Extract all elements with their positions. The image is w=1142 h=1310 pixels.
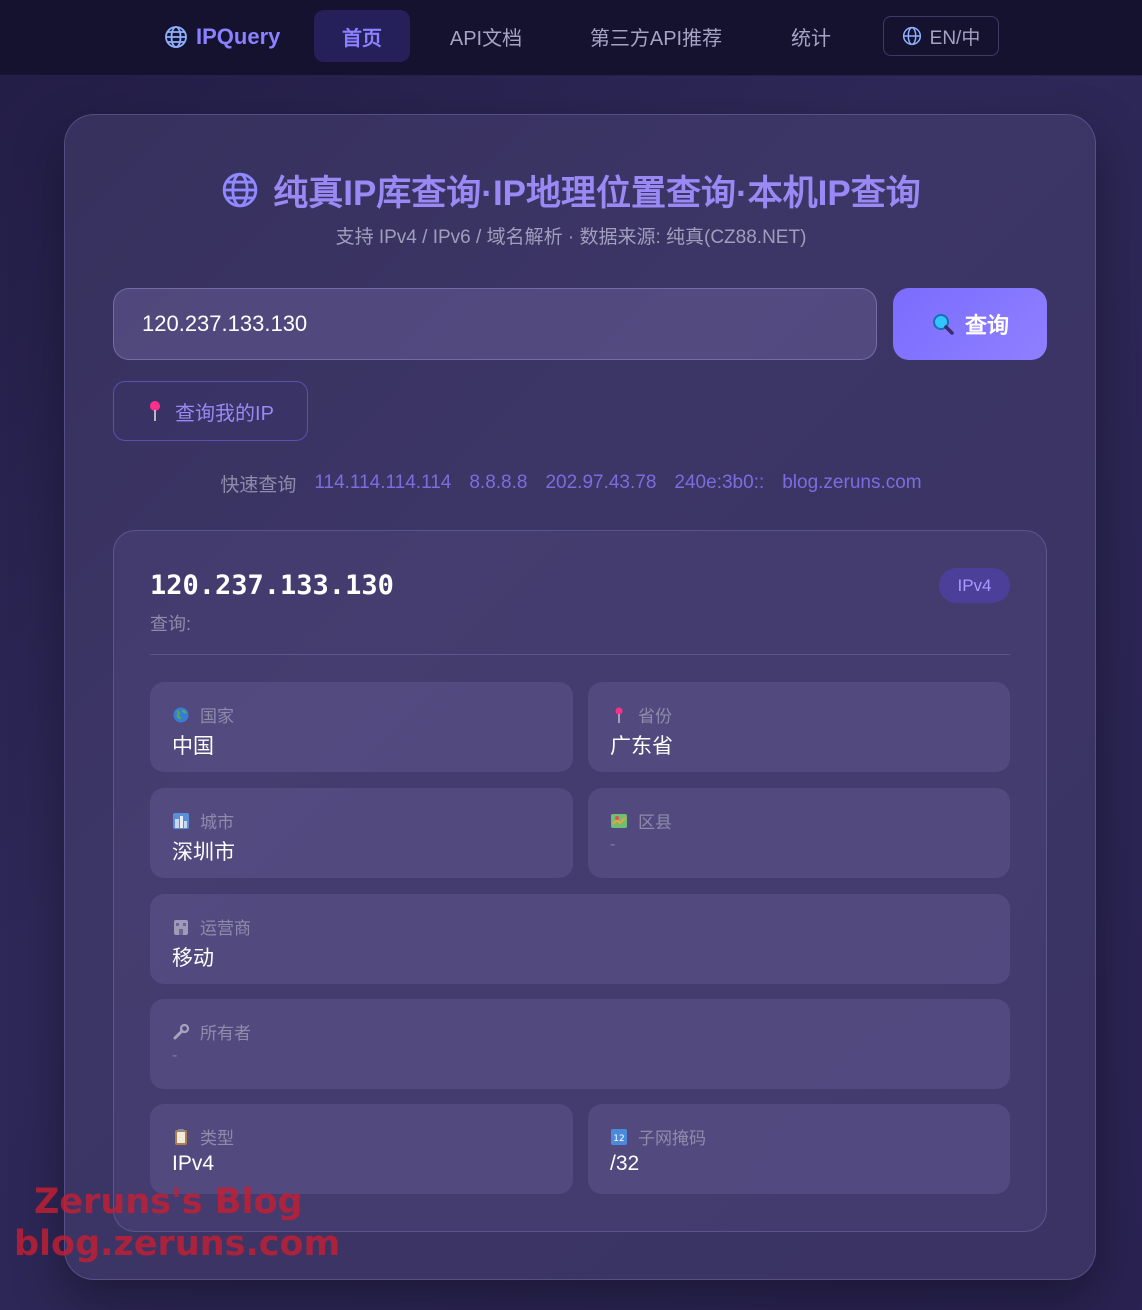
pin-icon xyxy=(150,401,161,421)
field-label: 运营商 xyxy=(200,919,251,938)
field-type: 类型 IPv4 xyxy=(150,1104,573,1194)
my-ip-label: 查询我的IP xyxy=(175,402,274,425)
ip-search-input[interactable] xyxy=(113,288,877,360)
wrench-icon xyxy=(173,1023,190,1039)
cityscape-icon xyxy=(173,812,189,829)
quick-link[interactable]: 114.114.114.114 xyxy=(314,472,451,494)
earth-icon xyxy=(173,707,189,722)
field-value: IPv4 xyxy=(172,1152,215,1175)
search-button-label: 查询 xyxy=(964,313,1009,338)
globe-icon xyxy=(222,172,258,208)
field-netmask: 12 子网掩码 /32 xyxy=(588,1104,1010,1194)
field-country: 国家 中国 xyxy=(150,682,573,772)
field-owner: 所有者 - xyxy=(150,999,1010,1089)
nav-third-party-api[interactable]: 第三方API推荐 xyxy=(568,10,744,62)
search-button[interactable]: 查询 xyxy=(893,288,1047,360)
result-ip: 120.237.133.130 xyxy=(150,570,394,601)
my-ip-button[interactable]: 查询我的IP xyxy=(113,381,308,441)
quick-query-label: 快速查询 xyxy=(220,474,297,496)
quick-link[interactable]: 8.8.8.8 xyxy=(469,472,527,494)
svg-text:12: 12 xyxy=(613,1134,624,1144)
map-icon xyxy=(611,813,627,828)
watermark-title: Zeruns's Blog xyxy=(34,1182,303,1222)
language-toggle[interactable]: EN/中 xyxy=(883,16,999,56)
field-isp: 运营商 移动 xyxy=(150,894,1010,984)
field-label: 子网掩码 xyxy=(638,1129,706,1148)
language-label: EN/中 xyxy=(929,27,981,49)
field-label: 国家 xyxy=(200,707,234,726)
globe-icon xyxy=(902,26,921,46)
field-value: 深圳市 xyxy=(172,841,235,864)
field-value: - xyxy=(172,1047,178,1064)
brand-logo[interactable]: IPQuery xyxy=(164,22,280,52)
field-label: 城市 xyxy=(200,813,234,832)
field-label: 所有者 xyxy=(200,1024,251,1043)
quick-query: 快速查询 114.114.114.114 8.8.8.8 202.97.43.7… xyxy=(0,470,1142,496)
numbers-icon: 12 xyxy=(611,1128,627,1145)
field-city: 城市 深圳市 xyxy=(150,788,573,878)
nav-api-docs[interactable]: API文档 xyxy=(432,10,540,62)
field-value: 广东省 xyxy=(610,735,673,758)
page-title-row: 纯真IP库查询·IP地理位置查询·本机IP查询 xyxy=(0,168,1142,213)
watermark-url: blog.zeruns.com xyxy=(14,1224,341,1264)
clipboard-icon xyxy=(175,1128,187,1145)
page-title: 纯真IP库查询·IP地理位置查询·本机IP查询 xyxy=(273,173,921,213)
building-icon xyxy=(174,919,188,935)
ip-version-badge: IPv4 xyxy=(939,568,1010,603)
field-value: 中国 xyxy=(172,735,214,758)
field-value: /32 xyxy=(610,1152,640,1175)
field-label: 区县 xyxy=(638,813,672,832)
divider xyxy=(150,654,1010,655)
nav-stats[interactable]: 统计 xyxy=(768,10,854,62)
quick-link[interactable]: 240e:3b0:: xyxy=(674,472,764,494)
field-value: - xyxy=(610,836,616,853)
brand-name: IPQuery xyxy=(196,24,281,49)
field-label: 省份 xyxy=(638,707,672,726)
page-subtitle: 支持 IPv4 / IPv6 / 域名解析 · 数据来源: 纯真(CZ88.NE… xyxy=(335,227,807,248)
field-value: 移动 xyxy=(172,947,214,970)
quick-link[interactable]: blog.zeruns.com xyxy=(782,472,921,494)
top-nav: IPQuery 首页 API文档 第三方API推荐 统计 EN/中 xyxy=(0,0,1142,76)
nav-home[interactable]: 首页 xyxy=(314,10,410,62)
magnifier-icon xyxy=(932,314,954,335)
globe-icon xyxy=(165,26,187,48)
pin-icon xyxy=(615,707,623,723)
quick-link[interactable]: 202.97.43.78 xyxy=(545,472,656,494)
result-query-label: 查询: xyxy=(150,614,192,634)
field-label: 类型 xyxy=(200,1129,234,1148)
field-province: 省份 广东省 xyxy=(588,682,1010,772)
field-district: 区县 - xyxy=(588,788,1010,878)
